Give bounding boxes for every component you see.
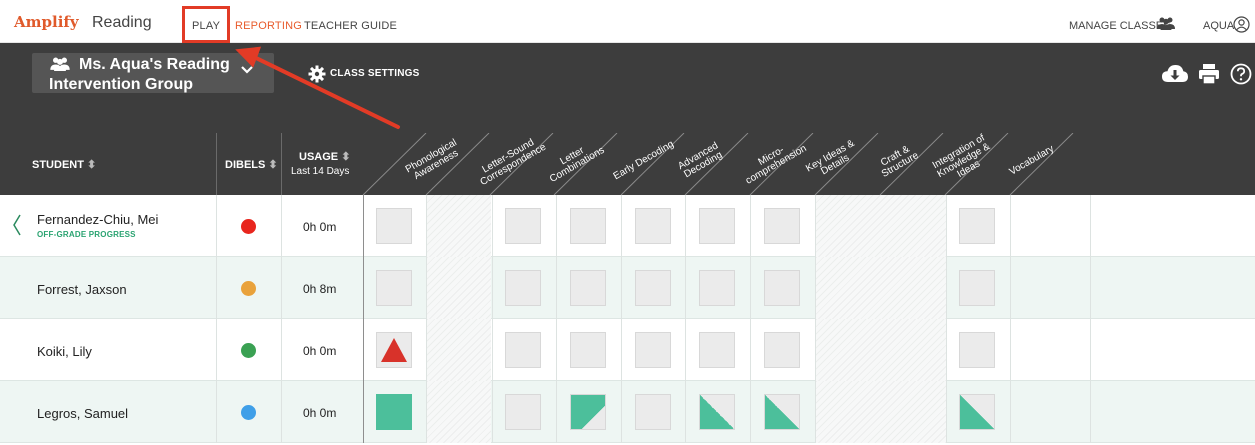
annotation-arrow [235,46,400,129]
